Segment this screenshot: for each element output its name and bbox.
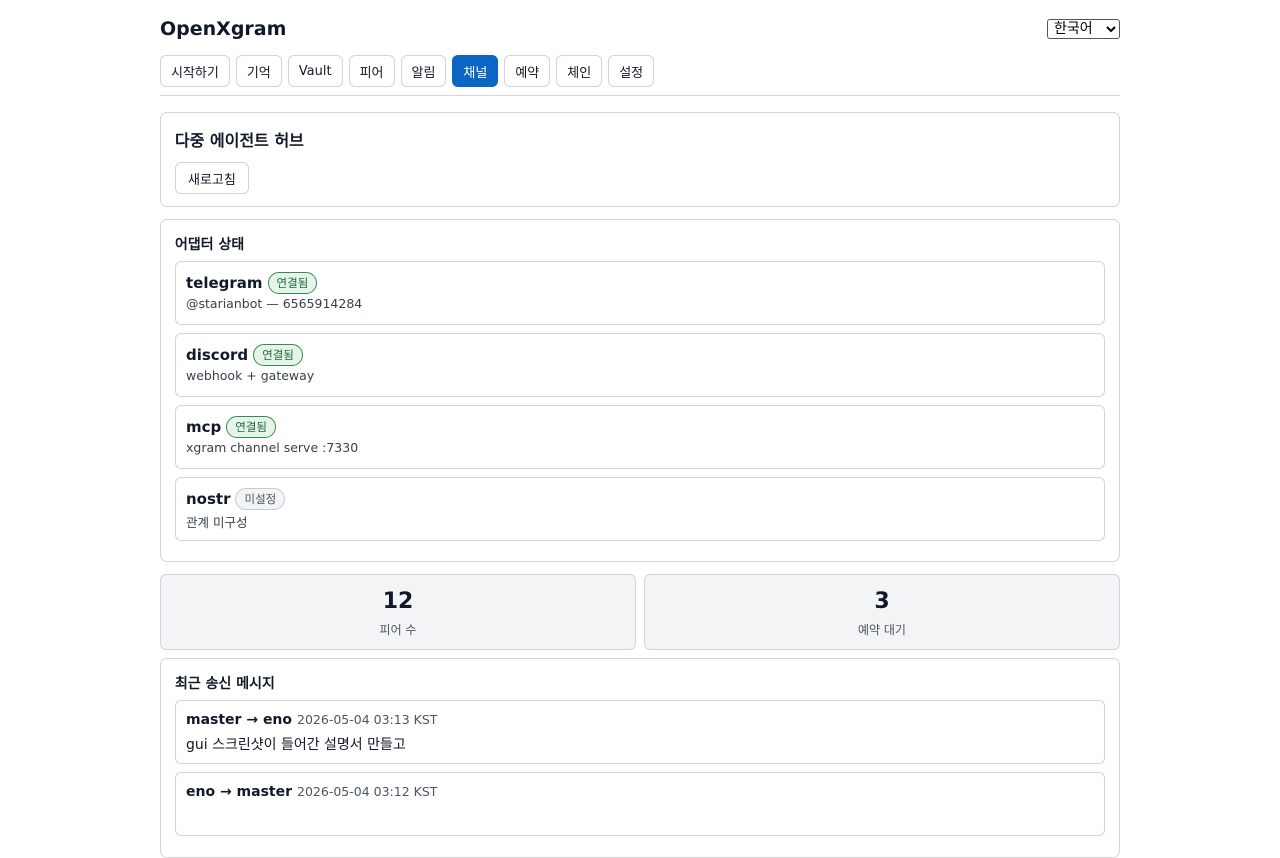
hub-title: 다중 에이전트 허브 (175, 131, 304, 150)
tab-chain[interactable]: 체인 (556, 55, 603, 87)
status-badge: 연결됨 (253, 344, 303, 366)
tab-vault[interactable]: Vault (287, 55, 343, 87)
tab-notifications[interactable]: 알림 (400, 55, 447, 87)
stat-value: 12 (382, 589, 414, 614)
stat-label: 피어 수 (379, 623, 417, 637)
adapter-detail: @starianbot — 6565914284 (186, 296, 363, 311)
adapter-name: nostr (186, 490, 231, 508)
adapter-name: telegram (186, 274, 263, 292)
stat-label: 예약 대기 (858, 623, 906, 637)
adapter-item-nostr: nostr 미설정 관계 미구성 (175, 477, 1105, 541)
message-route: master → eno (186, 712, 293, 728)
stat-value: 3 (874, 589, 890, 614)
message-body: gui 스크린샷이 들어간 설명서 만들고 (186, 737, 406, 753)
tab-memory[interactable]: 기억 (235, 55, 282, 87)
adapter-item-telegram: telegram 연결됨 @starianbot — 6565914284 (175, 261, 1105, 325)
message-timestamp: 2026-05-04 03:12 KST (297, 784, 438, 799)
adapter-status-card: 어댑터 상태 telegram 연결됨 @starianbot — 656591… (160, 219, 1120, 562)
tab-channels[interactable]: 채널 (452, 55, 499, 87)
language-select[interactable]: 한국어 (1047, 19, 1120, 39)
app-container: OpenXgram 한국어 시작하기 기억 Vault 피어 알림 채널 예약 … (160, 0, 1120, 858)
tab-schedule[interactable]: 예약 (504, 55, 551, 87)
adapter-name: discord (186, 346, 249, 364)
hub-card: 다중 에이전트 허브 새로고침 (160, 112, 1120, 207)
status-badge: 미설정 (235, 488, 286, 510)
tab-settings[interactable]: 설정 (608, 55, 655, 87)
adapter-detail: xgram channel serve :7330 (186, 440, 359, 455)
status-badge: 연결됨 (267, 272, 318, 294)
top-bar: OpenXgram 한국어 (160, 0, 1120, 60)
refresh-button[interactable]: 새로고침 (175, 162, 249, 194)
status-badge: 연결됨 (226, 416, 277, 438)
tab-getting-started[interactable]: 시작하기 (160, 55, 230, 87)
stat-scheduled-pending: 3 예약 대기 (644, 574, 1120, 650)
recent-messages-card: 최근 송신 메시지 master → eno 2026-05-04 03:13 … (160, 658, 1120, 858)
app-title: OpenXgram (160, 18, 287, 40)
adapter-item-mcp: mcp 연결됨 xgram channel serve :7330 (175, 405, 1105, 469)
adapter-list: telegram 연결됨 @starianbot — 6565914284 di… (175, 261, 1105, 549)
tab-peers[interactable]: 피어 (348, 55, 395, 87)
message-timestamp: 2026-05-04 03:13 KST (297, 712, 438, 727)
adapter-name: mcp (186, 418, 222, 436)
message-item[interactable]: eno → master 2026-05-04 03:12 KST (175, 772, 1105, 836)
adapter-detail: webhook + gateway (186, 368, 315, 383)
recent-messages-title: 최근 송신 메시지 (175, 676, 275, 692)
message-item[interactable]: master → eno 2026-05-04 03:13 KST gui 스크… (175, 700, 1105, 764)
adapter-item-discord: discord 연결됨 webhook + gateway (175, 333, 1105, 397)
main-tabs: 시작하기 기억 Vault 피어 알림 채널 예약 체인 설정 (160, 55, 655, 91)
stat-peer-count: 12 피어 수 (160, 574, 636, 650)
adapter-status-title: 어댑터 상태 (175, 237, 245, 253)
message-route: eno → master (186, 784, 293, 800)
adapter-detail: 관계 미구성 (186, 515, 248, 530)
message-list: master → eno 2026-05-04 03:13 KST gui 스크… (175, 700, 1105, 844)
tabs-divider (160, 95, 1120, 96)
